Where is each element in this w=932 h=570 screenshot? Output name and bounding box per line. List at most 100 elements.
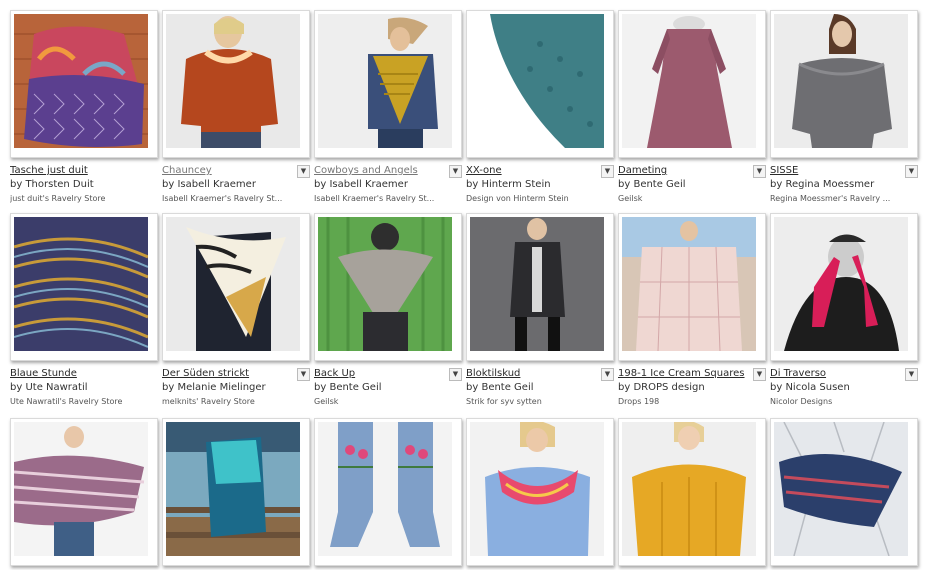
pattern-thumbnail[interactable]	[162, 10, 310, 158]
pattern-meta: Dameting by Bente Geil Geilsk ▼	[618, 158, 766, 206]
dropdown-arrow-icon[interactable]: ▼	[753, 368, 766, 381]
pattern-title-link[interactable]: Tasche just duit	[10, 164, 146, 177]
pattern-card: Blaue Stunde by Ute Nawratil Ute Nawratil'…	[10, 213, 158, 409]
store-link[interactable]: Ute Nawratil's Ravelry Store	[10, 395, 150, 409]
pattern-card: Bloktilskud by Bente Geil Strik for syv sy…	[466, 213, 614, 409]
designer-link[interactable]: Isabell Kraemer	[177, 179, 255, 190]
designer-line: by Ute Nawratil	[10, 380, 150, 395]
dropdown-arrow-icon[interactable]: ▼	[753, 165, 766, 178]
designer-link[interactable]: Bente Geil	[633, 179, 685, 190]
pattern-card	[618, 418, 766, 566]
by-label: by	[466, 382, 479, 393]
designer-link[interactable]: Melanie Mielinger	[177, 382, 265, 393]
pattern-card: 198-1 Ice Cream Squares by DROPS design Dr…	[618, 213, 766, 409]
designer-line: by Isabell Kraemer	[162, 177, 302, 192]
pattern-thumbnail[interactable]	[618, 418, 766, 566]
store-link[interactable]: Design von Hinterm Stein	[466, 192, 606, 206]
pattern-title-link[interactable]: Di Traverso	[770, 367, 906, 380]
pattern-photo	[774, 217, 908, 351]
dropdown-arrow-icon[interactable]: ▼	[601, 165, 614, 178]
pattern-title-link[interactable]: Dameting	[618, 164, 754, 177]
designer-link[interactable]: Isabell Kraemer	[329, 179, 407, 190]
pattern-thumbnail[interactable]	[314, 10, 462, 158]
by-label: by	[618, 179, 631, 190]
pattern-thumbnail[interactable]	[618, 10, 766, 158]
pattern-title-link[interactable]: Back Up	[314, 367, 450, 380]
pattern-meta: 198-1 Ice Cream Squares by DROPS design Dr…	[618, 361, 766, 409]
pattern-title-link[interactable]: SISSE	[770, 164, 906, 177]
dropdown-arrow-icon[interactable]: ▼	[297, 368, 310, 381]
pattern-thumbnail[interactable]	[770, 418, 918, 566]
store-link[interactable]: Isabell Kraemer's Ravelry St...	[162, 192, 302, 206]
pattern-photo	[318, 422, 452, 556]
dropdown-arrow-icon[interactable]: ▼	[905, 165, 918, 178]
pattern-meta: Tasche just duit by Thorsten Duit just dui…	[10, 158, 158, 206]
designer-line: by Bente Geil	[466, 380, 606, 395]
pattern-thumbnail[interactable]	[10, 418, 158, 566]
pattern-title-link[interactable]: 198-1 Ice Cream Squares	[618, 367, 754, 380]
pattern-thumbnail[interactable]	[10, 213, 158, 361]
store-link[interactable]: Geilsk	[314, 395, 454, 409]
pattern-thumbnail[interactable]	[618, 213, 766, 361]
pattern-photo	[470, 422, 604, 556]
designer-link[interactable]: Hinterm Stein	[481, 179, 550, 190]
pattern-thumbnail[interactable]	[466, 10, 614, 158]
pattern-thumbnail[interactable]	[314, 213, 462, 361]
by-label: by	[770, 382, 783, 393]
store-link[interactable]: just duit's Ravelry Store	[10, 192, 150, 206]
pattern-thumbnail[interactable]	[162, 418, 310, 566]
store-link[interactable]: melknits' Ravelry Store	[162, 395, 302, 409]
by-label: by	[770, 179, 783, 190]
by-label: by	[314, 382, 327, 393]
designer-line: by Isabell Kraemer	[314, 177, 454, 192]
store-link[interactable]: Nicolor Designs	[770, 395, 910, 409]
designer-link[interactable]: DROPS design	[633, 382, 704, 393]
store-link[interactable]: Isabell Kraemer's Ravelry St...	[314, 192, 454, 206]
pattern-photo	[14, 217, 148, 351]
designer-link[interactable]: Nicola Susen	[785, 382, 849, 393]
pattern-meta: Di Traverso by Nicola Susen Nicolor Design…	[770, 361, 918, 409]
store-link[interactable]: Strik for syv sytten	[466, 395, 606, 409]
pattern-thumbnail[interactable]	[10, 10, 158, 158]
pattern-meta: XX-one by Hinterm Stein Design von Hinterm…	[466, 158, 614, 206]
pattern-thumbnail[interactable]	[770, 213, 918, 361]
pattern-title-link[interactable]: XX-one	[466, 164, 602, 177]
store-link[interactable]: Drops 198	[618, 395, 758, 409]
pattern-thumbnail[interactable]	[162, 213, 310, 361]
pattern-grid: Tasche just duit by Thorsten Duit just dui…	[0, 0, 932, 570]
designer-link[interactable]: Thorsten Duit	[25, 179, 93, 190]
designer-line: by Hinterm Stein	[466, 177, 606, 192]
pattern-card: Tasche just duit by Thorsten Duit just dui…	[10, 10, 158, 206]
pattern-title-link[interactable]: Der Süden strickt	[162, 367, 298, 380]
pattern-title-link[interactable]: Chauncey	[162, 164, 298, 177]
pattern-card	[770, 418, 918, 566]
designer-link[interactable]: Bente Geil	[329, 382, 381, 393]
by-label: by	[10, 382, 23, 393]
pattern-title-link[interactable]: Cowboys and Angels	[314, 164, 450, 177]
dropdown-arrow-icon[interactable]: ▼	[297, 165, 310, 178]
dropdown-arrow-icon[interactable]: ▼	[449, 368, 462, 381]
pattern-thumbnail[interactable]	[314, 418, 462, 566]
designer-link[interactable]: Regina Moessmer	[785, 179, 874, 190]
pattern-card: Back Up by Bente Geil Geilsk ▼	[314, 213, 462, 409]
store-link[interactable]: Regina Moessmer's Ravelry ...	[770, 192, 910, 206]
pattern-meta: Der Süden strickt by Melanie Mielinger mel…	[162, 361, 310, 409]
dropdown-arrow-icon[interactable]: ▼	[601, 368, 614, 381]
pattern-thumbnail[interactable]	[770, 10, 918, 158]
designer-line: by Thorsten Duit	[10, 177, 150, 192]
dropdown-arrow-icon[interactable]: ▼	[449, 165, 462, 178]
designer-link[interactable]: Bente Geil	[481, 382, 533, 393]
designer-line: by DROPS design	[618, 380, 758, 395]
pattern-title-link[interactable]: Bloktilskud	[466, 367, 602, 380]
pattern-photo	[622, 14, 756, 148]
store-link[interactable]: Geilsk	[618, 192, 758, 206]
pattern-photo	[470, 217, 604, 351]
pattern-thumbnail[interactable]	[466, 418, 614, 566]
pattern-meta: Bloktilskud by Bente Geil Strik for syv sy…	[466, 361, 614, 409]
dropdown-arrow-icon[interactable]: ▼	[905, 368, 918, 381]
pattern-title-link[interactable]: Blaue Stunde	[10, 367, 146, 380]
by-label: by	[162, 382, 175, 393]
pattern-thumbnail[interactable]	[466, 213, 614, 361]
designer-link[interactable]: Ute Nawratil	[25, 382, 87, 393]
pattern-card: Chauncey by Isabell Kraemer Isabell Kraeme…	[162, 10, 310, 206]
